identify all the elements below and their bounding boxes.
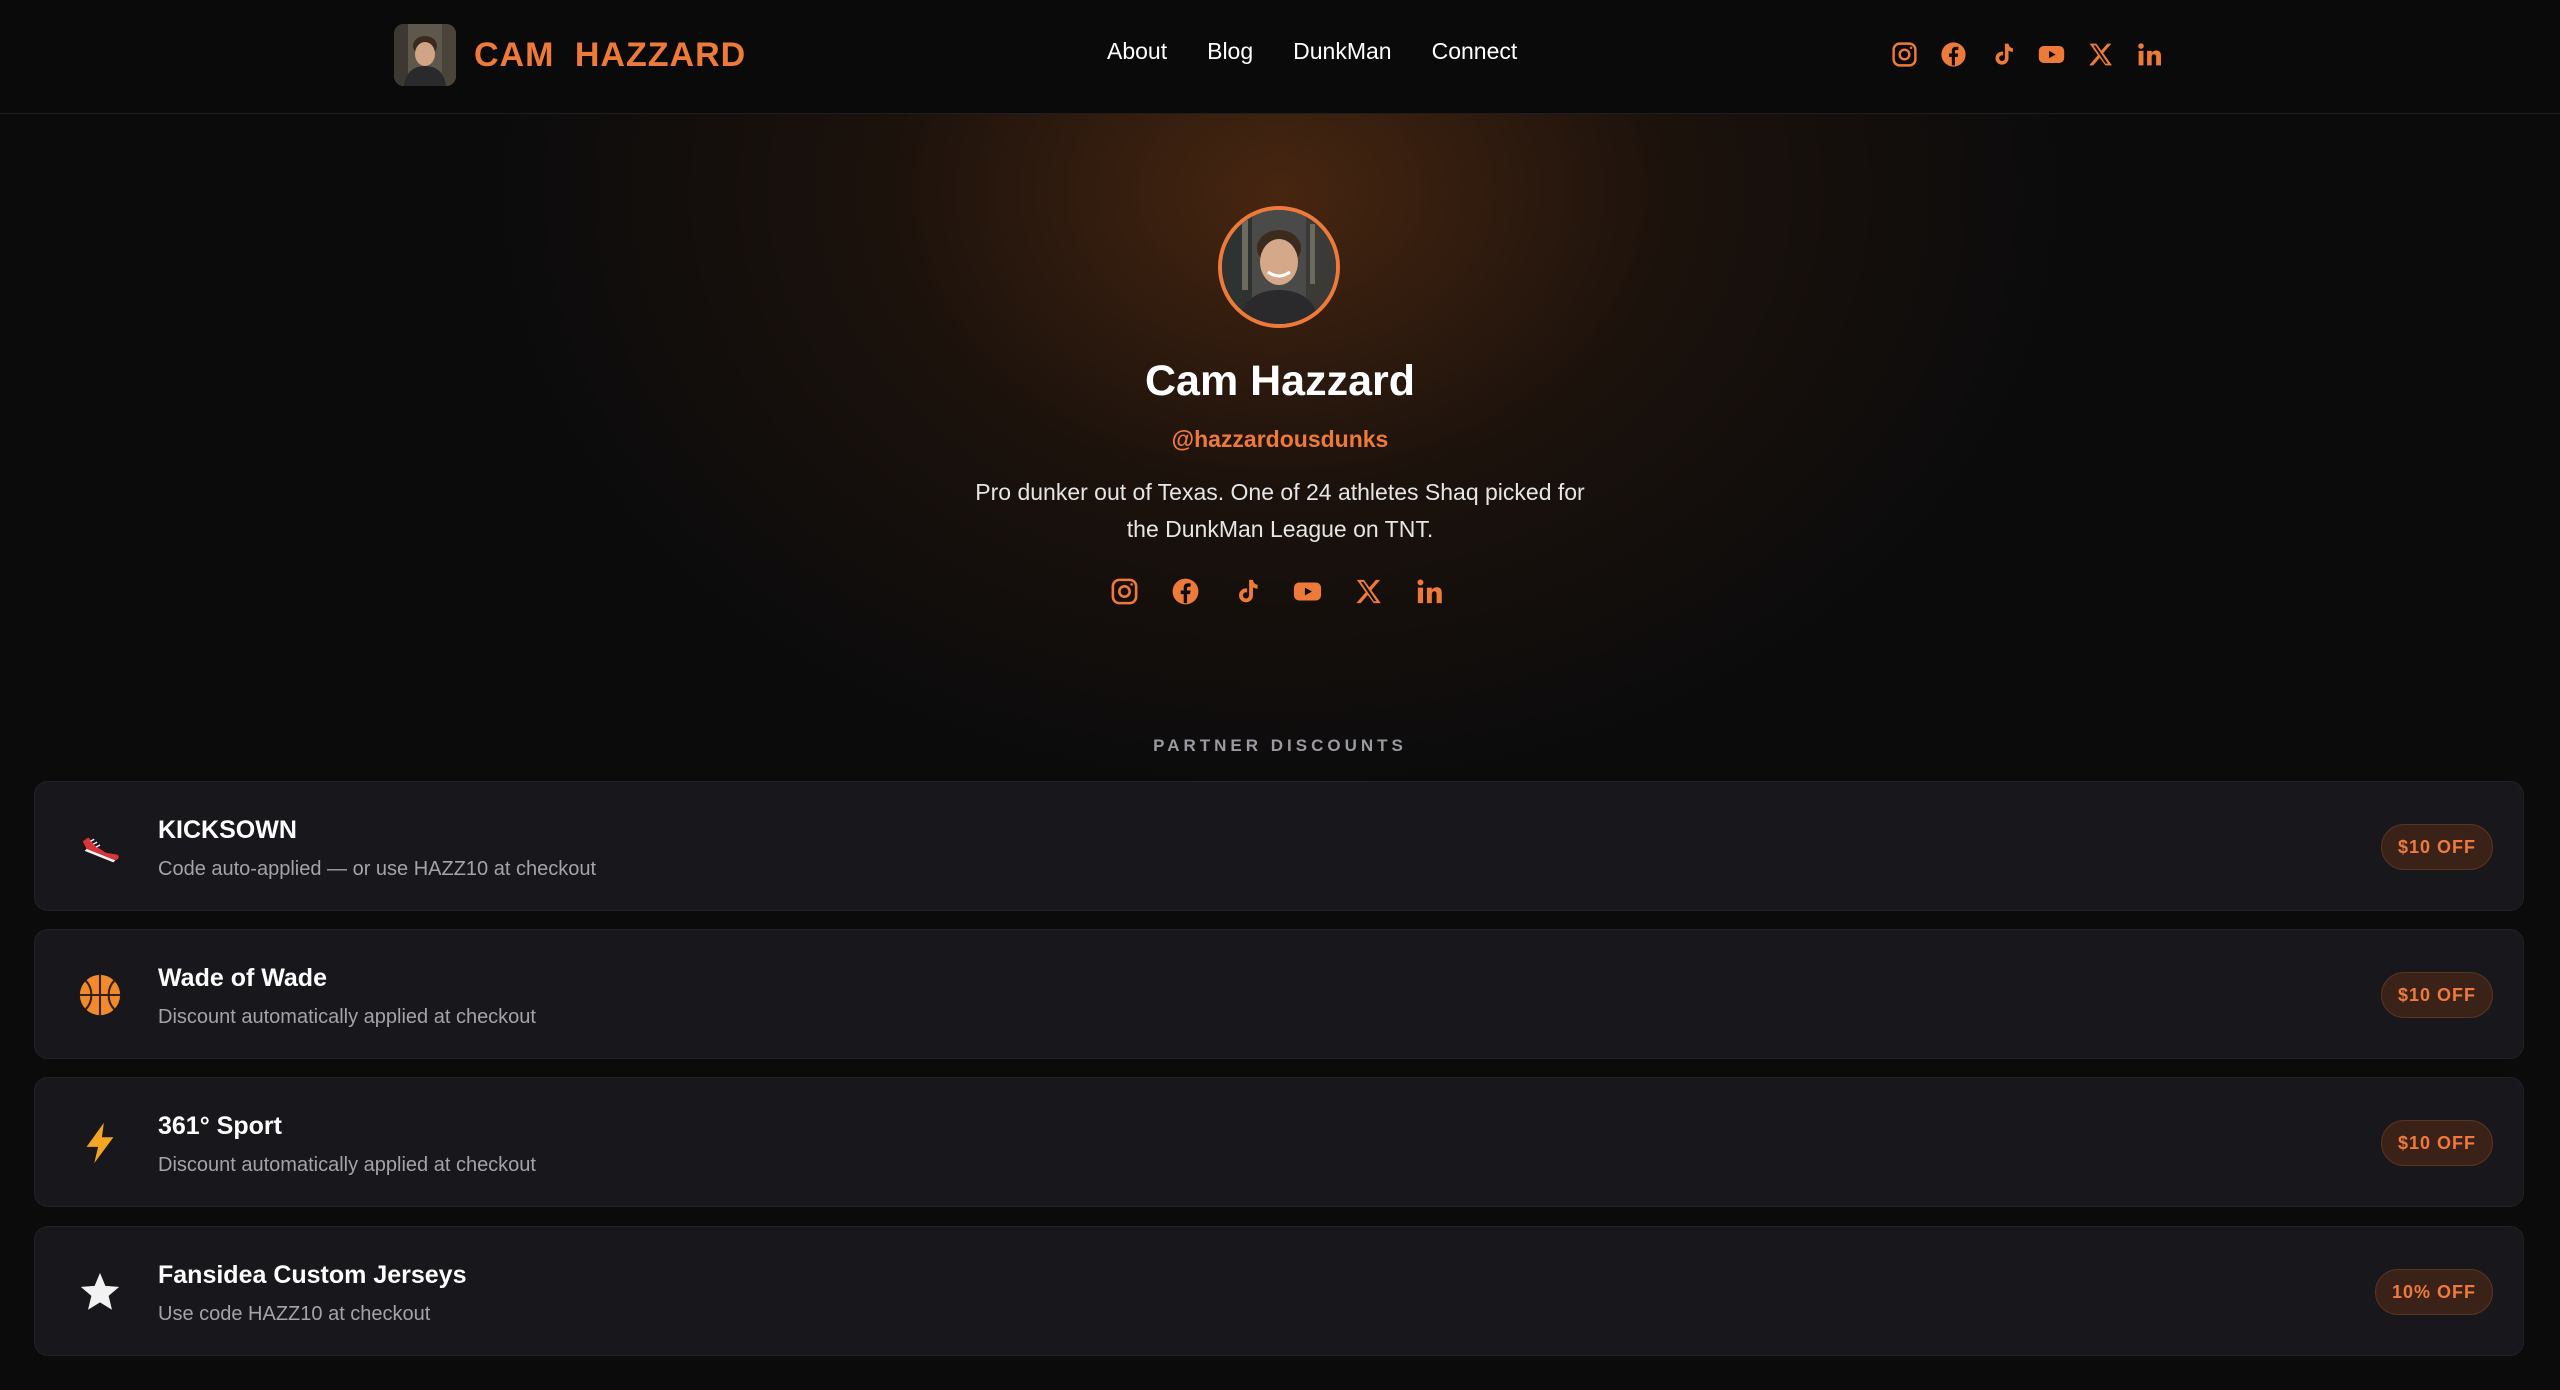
youtube-icon[interactable] bbox=[1292, 576, 1323, 607]
nav-link-blog[interactable]: Blog bbox=[1207, 38, 1253, 65]
discount-badge: $10 OFF bbox=[2380, 824, 2493, 870]
partner-card-361-sport[interactable]: 361° Sport Discount automatically applie… bbox=[34, 1077, 2524, 1207]
nav-social-links bbox=[1890, 40, 2164, 69]
facebook-icon[interactable] bbox=[1170, 576, 1201, 607]
nav-link-connect[interactable]: Connect bbox=[1432, 38, 1518, 65]
tiktok-icon[interactable] bbox=[1988, 40, 2017, 69]
partner-card-wade-of-wade[interactable]: Wade of Wade Discount automatically appl… bbox=[34, 929, 2524, 1059]
discount-badge: $10 OFF bbox=[2380, 972, 2493, 1018]
hero-glow bbox=[480, 40, 2080, 800]
tiktok-icon[interactable] bbox=[1231, 576, 1262, 607]
sneaker-icon bbox=[82, 837, 119, 863]
partner-subtitle: Discount automatically applied at checko… bbox=[158, 1006, 536, 1028]
partner-subtitle: Code auto-applied — or use HAZZ10 at che… bbox=[158, 858, 597, 880]
x-icon[interactable] bbox=[1353, 576, 1384, 607]
star-icon bbox=[80, 1272, 120, 1310]
partner-title: Fansidea Custom Jerseys bbox=[158, 1261, 467, 1289]
basketball-icon bbox=[79, 974, 121, 1016]
profile-name: Cam Hazzard bbox=[1144, 357, 1416, 405]
partner-title: KICKSOWN bbox=[158, 816, 297, 844]
partner-card-kicksown[interactable]: KICKSOWN Code auto-applied — or use HAZZ… bbox=[34, 781, 2524, 911]
lightning-icon bbox=[86, 1122, 114, 1164]
discount-badge: $10 OFF bbox=[2380, 1120, 2493, 1166]
partner-discounts-heading: PARTNER DISCOUNTS bbox=[1153, 736, 1407, 755]
brand[interactable]: CAM HAZZARD bbox=[394, 24, 746, 86]
partner-subtitle: Discount automatically applied at checko… bbox=[158, 1154, 536, 1176]
nav-link-dunkman[interactable]: DunkMan bbox=[1293, 38, 1391, 65]
x-icon[interactable] bbox=[2086, 40, 2115, 69]
brand-avatar bbox=[394, 24, 456, 86]
top-nav: CAM HAZZARD About Blog DunkMan Connect bbox=[0, 0, 2560, 114]
instagram-icon[interactable] bbox=[1109, 576, 1140, 607]
page: CAM HAZZARD About Blog DunkMan Connect C… bbox=[0, 0, 2560, 1390]
partner-title: 361° Sport bbox=[158, 1112, 282, 1140]
discount-badge: 10% OFF bbox=[2374, 1269, 2493, 1315]
partner-card-fansidea[interactable]: Fansidea Custom Jerseys Use code HAZZ10 … bbox=[34, 1226, 2524, 1356]
facebook-icon[interactable] bbox=[1939, 40, 1968, 69]
nav-link-about[interactable]: About bbox=[1107, 38, 1167, 65]
profile-handle[interactable]: @hazzardousdunks bbox=[0, 426, 2560, 453]
partner-title: Wade of Wade bbox=[158, 964, 327, 992]
youtube-icon[interactable] bbox=[2037, 40, 2066, 69]
brand-name: CAM HAZZARD bbox=[474, 35, 747, 74]
nav-links: About Blog DunkMan Connect bbox=[1107, 38, 1517, 65]
linkedin-icon[interactable] bbox=[1414, 576, 1445, 607]
profile-avatar bbox=[1218, 206, 1340, 328]
partner-subtitle: Use code HAZZ10 at checkout bbox=[158, 1303, 431, 1325]
hero-social-links bbox=[1109, 576, 1445, 607]
profile-bio: Pro dunker out of Texas. One of 24 athle… bbox=[975, 479, 1585, 542]
instagram-icon[interactable] bbox=[1890, 40, 1919, 69]
linkedin-icon[interactable] bbox=[2135, 40, 2164, 69]
